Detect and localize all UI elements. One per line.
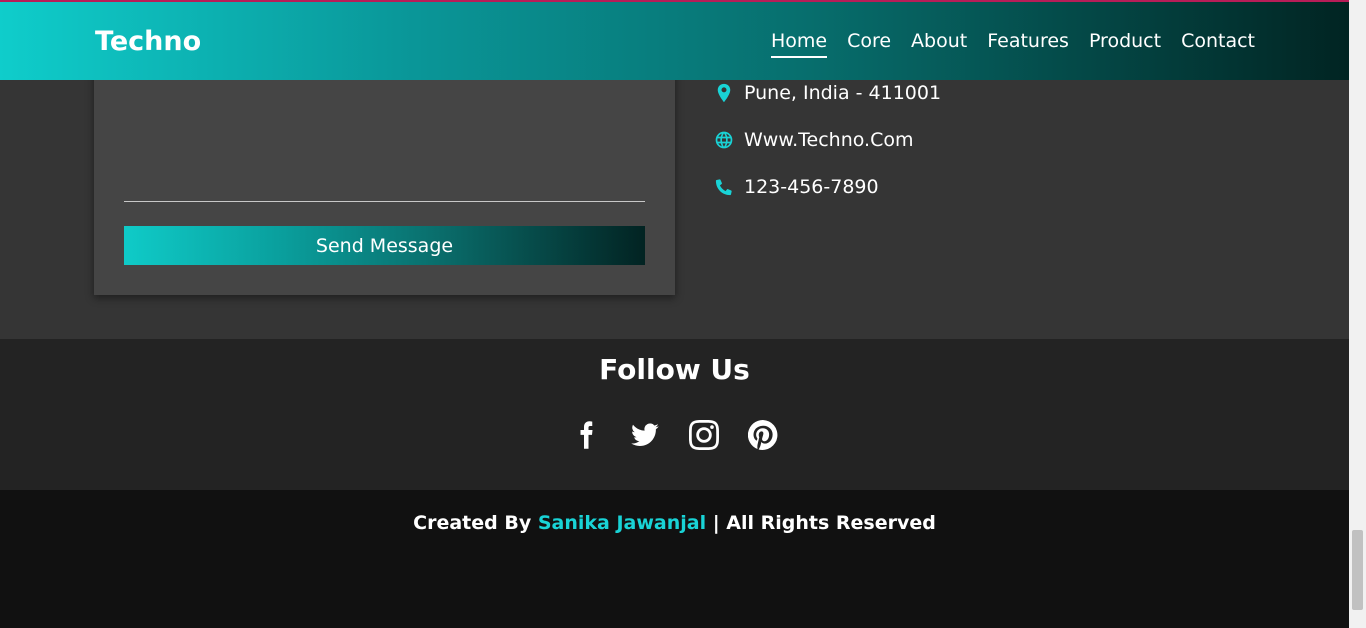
social-links xyxy=(570,419,806,451)
facebook-icon[interactable] xyxy=(570,419,602,451)
nav-contact[interactable]: Contact xyxy=(1181,30,1255,58)
credit-prefix: Created By xyxy=(413,512,532,534)
website-text: Www.Techno.Com xyxy=(744,129,914,151)
site-logo[interactable]: Techno xyxy=(95,26,201,57)
pinterest-icon[interactable] xyxy=(747,419,779,451)
nav-about[interactable]: About xyxy=(911,30,967,58)
top-navbar: Techno Home Core About Features Product … xyxy=(0,0,1349,80)
twitter-icon[interactable] xyxy=(629,419,661,451)
nav-product[interactable]: Product xyxy=(1089,30,1161,58)
nav-home[interactable]: Home xyxy=(770,30,828,58)
page: Send Message Pune, India - 411001 Www.Te… xyxy=(0,0,1349,628)
author-link[interactable]: Sanika Jawanjal xyxy=(538,512,706,534)
follow-section: Follow Us xyxy=(0,339,1349,490)
instagram-icon[interactable] xyxy=(688,419,720,451)
credit-suffix: | All Rights Reserved xyxy=(712,512,936,534)
scrollbar-thumb[interactable] xyxy=(1352,530,1363,610)
phone-text: 123-456-7890 xyxy=(744,176,879,198)
send-message-button[interactable]: Send Message xyxy=(124,226,645,265)
phone-item: 123-456-7890 xyxy=(713,176,879,198)
main-nav: Home Core About Features Product Contact xyxy=(751,30,1255,58)
phone-icon xyxy=(713,176,735,198)
footer-credits: Created By Sanika Jawanjal | All Rights … xyxy=(0,490,1349,628)
address-item: Pune, India - 411001 xyxy=(713,82,941,104)
website-item: Www.Techno.Com xyxy=(713,129,914,151)
vertical-scrollbar[interactable] xyxy=(1349,0,1366,628)
follow-title: Follow Us xyxy=(599,353,750,386)
map-pin-icon xyxy=(713,82,735,104)
nav-features[interactable]: Features xyxy=(987,30,1069,58)
credit-line: Created By Sanika Jawanjal | All Rights … xyxy=(0,512,1349,534)
globe-icon xyxy=(713,129,735,151)
message-textarea[interactable] xyxy=(124,82,645,202)
address-text: Pune, India - 411001 xyxy=(744,82,942,104)
nav-core[interactable]: Core xyxy=(847,30,891,58)
